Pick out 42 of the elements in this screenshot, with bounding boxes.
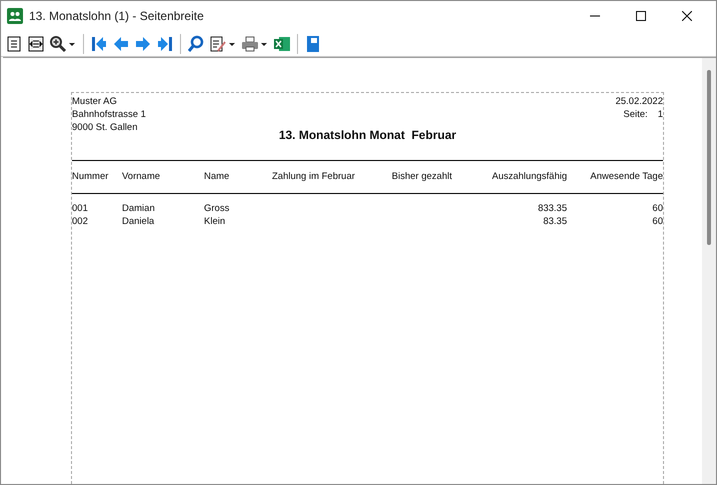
page-number: 1 [658,108,663,121]
app-icon [7,8,23,24]
save-icon[interactable] [304,34,322,52]
page-label: Seite: [623,108,648,121]
maximize-icon [636,11,646,21]
right-arrow-icon[interactable] [134,34,152,52]
report-title: 13. Monatslohn Monat Februar [278,127,456,144]
table-cell: Damian [122,203,155,214]
table-cell: 83.35 [543,216,567,228]
table-cell: 002 [72,216,88,228]
company-address-line: Bahnhofstrasse 1 [72,108,146,121]
column-header: Name [204,170,230,184]
zoom-icon[interactable] [49,34,67,52]
spreadsheet-icon[interactable] [273,34,291,52]
report-date: 25.02.2022 [615,95,663,108]
column-header: Vorname [122,170,162,184]
search-icon[interactable] [187,34,205,52]
company-address-line: 9000 St. Gallen [72,121,138,134]
company-address-line: Muster AG [72,95,118,108]
page-icon[interactable] [5,34,23,52]
column-header: Auszahlungsfähig [491,170,567,184]
column-header: Nummer [72,170,110,184]
table-cell: 60 [652,203,663,214]
close-icon [682,11,692,21]
table-cell: Daniela [122,216,154,228]
table-cell: Klein [204,216,226,228]
column-header: Anwesende Tage [589,170,663,184]
scrollbar-thumb[interactable] [707,70,711,245]
printer-icon[interactable] [241,34,259,52]
scrollbar[interactable] [702,58,716,484]
last-page-icon[interactable] [156,34,174,52]
left-arrow-icon[interactable] [112,34,130,52]
edit-document-icon[interactable] [209,34,227,52]
table-cell: 833.35 [538,203,567,214]
column-header: Bisher gezahlt [390,170,452,184]
column-header: Zahlung im Februar [272,170,356,184]
window-title: 13. Monatslohn (1) - Seitenbreite [29,8,204,25]
table-cell: Gross [204,203,230,214]
fit-width-icon[interactable] [27,34,45,52]
table-cell: 60 [652,216,663,228]
first-page-icon[interactable] [90,34,108,52]
table-cell: 001 [72,203,88,214]
